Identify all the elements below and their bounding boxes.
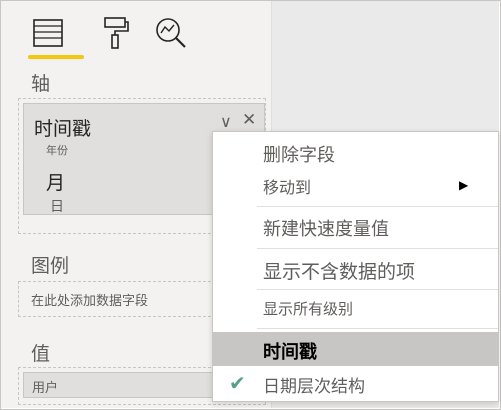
menu-separator <box>257 289 498 290</box>
active-tab-indicator <box>28 55 84 59</box>
menu-separator <box>257 328 498 329</box>
analytics-icon <box>156 18 186 48</box>
legend-label: 图例 <box>31 255 70 277</box>
analytics-tab[interactable] <box>151 13 191 53</box>
submenu-arrow-icon: ▶ <box>459 178 469 192</box>
hierarchy-level-day[interactable]: 日 <box>50 196 64 216</box>
menu-item-timestamp[interactable]: 时间戳 <box>213 332 498 366</box>
menu-item-show-all-levels[interactable]: 显示所有级别 <box>213 291 498 327</box>
menu-item-label: 时间戳 <box>263 342 317 363</box>
menu-item-label: 移动到 <box>263 178 312 197</box>
axis-label: 轴 <box>31 73 51 95</box>
menu-item-new-quick-measure[interactable]: 新建快速度量值 <box>213 208 498 244</box>
paint-roller-icon <box>104 17 129 49</box>
menu-separator <box>257 206 498 207</box>
fields-icon <box>33 19 63 47</box>
close-icon[interactable]: ✕ <box>242 110 256 130</box>
chevron-down-icon[interactable]: ∨ <box>220 112 232 131</box>
menu-item-label: 新建快速度量值 <box>263 219 389 240</box>
values-field-name: 用户 <box>32 381 59 396</box>
menu-separator <box>257 248 498 249</box>
menu-item-label: 显示所有级别 <box>263 300 354 318</box>
legend-placeholder: 在此处添加数据字段 <box>31 294 149 309</box>
menu-item-move-to[interactable]: 移动到 ▶ <box>213 168 498 204</box>
axis-field-name: 时间戳 <box>34 118 92 140</box>
context-menu: 删除字段 移动到 ▶ 新建快速度量值 显示不含数据的项 显示所有级别 时间戳 ✔… <box>212 131 499 402</box>
hierarchy-level-month[interactable]: 月 <box>46 168 65 195</box>
values-label: 值 <box>31 343 51 365</box>
menu-item-remove-field[interactable]: 删除字段 <box>213 134 498 170</box>
menu-item-label: 显示不含数据的项 <box>263 261 416 283</box>
menu-item-date-hierarchy[interactable]: ✔ 日期层次结构 <box>213 366 498 402</box>
menu-item-show-items-with-no-data[interactable]: 显示不含数据的项 <box>213 250 498 286</box>
format-tab[interactable] <box>95 13 135 53</box>
fields-tab[interactable] <box>28 13 68 53</box>
menu-item-label: 日期层次结构 <box>263 377 365 397</box>
checkmark-icon: ✔ <box>229 371 246 395</box>
hierarchy-level-year[interactable]: 年份 <box>46 142 68 158</box>
menu-item-label: 删除字段 <box>263 145 335 166</box>
